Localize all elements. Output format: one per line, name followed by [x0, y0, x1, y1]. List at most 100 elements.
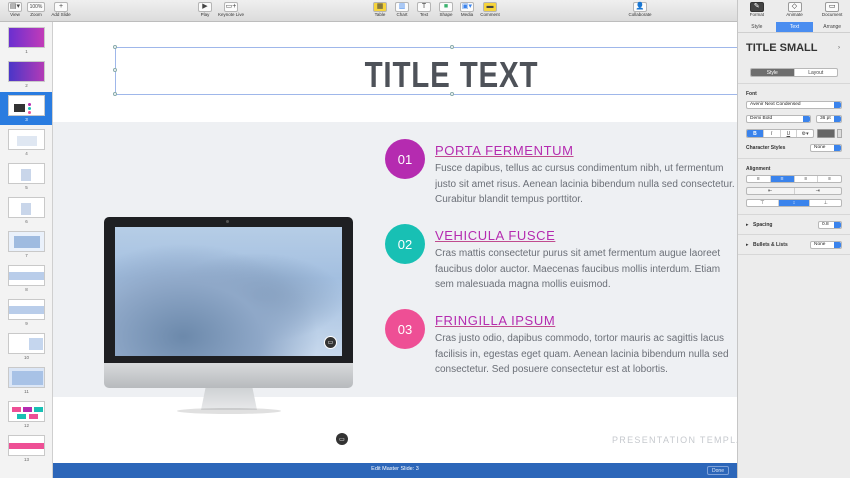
image-placeholder-icon[interactable]: ▭ — [324, 336, 337, 349]
animate-icon: ◇ — [787, 2, 802, 12]
thumbnail-image — [8, 367, 45, 388]
slide-canvas[interactable]: TITLE TEXT ▭ ▭ 01 PORTA FERMENTUM Fusce … — [53, 22, 737, 463]
resize-handle[interactable] — [113, 92, 117, 96]
resize-handle[interactable] — [113, 68, 117, 72]
char-style-buttons: B I U ⚙▾ — [746, 129, 814, 138]
table-icon: ▦ — [373, 2, 387, 12]
tab-text[interactable]: Text — [775, 22, 814, 32]
horizontal-alignment: ≡ ≡ ≡ ≡ — [746, 175, 842, 183]
feature-number-badge: 02 — [385, 224, 425, 264]
slide-thumbnail[interactable]: 5 — [0, 160, 52, 193]
paragraph-style-selector[interactable]: TITLE SMALL — [746, 42, 818, 54]
font-weight-select[interactable]: Demi Bold — [746, 115, 811, 123]
italic-button[interactable]: I — [764, 130, 781, 137]
tab-style[interactable]: Style — [738, 22, 776, 32]
tab-arrange[interactable]: Arrange — [813, 22, 850, 32]
document-button[interactable]: ▭ Document — [813, 0, 850, 22]
spacing-select[interactable]: 0.8 — [818, 221, 842, 229]
comment-button[interactable]: ▬ Comment — [476, 2, 504, 18]
chevron-right-icon[interactable]: › — [838, 45, 840, 51]
align-center-icon[interactable]: ≡ — [770, 176, 795, 182]
slide-thumbnail[interactable]: 11 — [0, 364, 52, 397]
align-justify-icon[interactable]: ≡ — [818, 176, 841, 182]
slide-thumbnail[interactable]: 2 — [0, 58, 52, 91]
slide-navigator: 1 2 3 4 5 6 7 8 9 10 11 12 13 — [0, 22, 53, 478]
thumbnail-image — [8, 129, 45, 150]
thumbnail-image — [8, 197, 45, 218]
feature-body[interactable]: Cras mattis consectetur purus sit amet f… — [435, 246, 737, 293]
body-line: Curabitur blandit tempus porttitor. — [435, 194, 583, 205]
align-left-icon[interactable]: ≡ — [747, 176, 771, 182]
inspector-toolbar: ✎ Format ◇ Animate ▭ Document — [738, 0, 850, 22]
collaborate-icon: 👤 — [633, 2, 647, 12]
zoom-button[interactable]: 100% Zoom — [22, 2, 50, 18]
play-button[interactable]: ▶ Play — [191, 2, 219, 18]
bullets-select[interactable]: None — [810, 241, 842, 249]
keynote-live-icon: ▭+ — [224, 2, 238, 12]
indent-controls: ⇤ ⇥ — [746, 187, 842, 195]
feature-title[interactable]: PORTA FERMENTUM — [435, 143, 574, 158]
spacing-label[interactable]: Spacing — [753, 222, 772, 228]
paintbrush-icon: ✎ — [749, 2, 764, 12]
slide-thumbnail[interactable]: 9 — [0, 296, 52, 329]
thumbnail-image — [8, 265, 45, 286]
character-styles-label: Character Styles — [746, 145, 786, 151]
camera-dot — [226, 220, 229, 223]
font-size-stepper[interactable]: 36 pt — [816, 115, 842, 123]
feature-number-badge: 03 — [385, 309, 425, 349]
feature-body[interactable]: Fusce dapibus, tellus ac cursus condimen… — [435, 161, 737, 208]
font-label: Font — [746, 91, 757, 97]
feature-title[interactable]: VEHICULA FUSCE — [435, 228, 555, 243]
monitor-chin — [104, 363, 353, 388]
align-top-icon[interactable]: ⊤ — [747, 200, 779, 206]
body-line: facilisis in, egestas eget quam. Aenean … — [435, 348, 729, 360]
style-segment[interactable]: Style — [751, 69, 795, 76]
text-options-button[interactable]: ⚙▾ — [797, 130, 813, 137]
monitor-shadow — [177, 408, 281, 414]
add-slide-button[interactable]: + Add Slide — [47, 2, 75, 18]
disclosure-triangle-icon[interactable]: ▸ — [746, 242, 749, 248]
collaborate-button[interactable]: 👤 Collaborate — [624, 2, 656, 18]
format-button[interactable]: ✎ Format — [738, 0, 776, 22]
slide-thumbnail[interactable]: 8 — [0, 262, 52, 295]
increase-indent-icon[interactable]: ⇥ — [795, 188, 842, 194]
bullets-lists-label[interactable]: Bullets & Lists — [753, 242, 788, 248]
slide-thumbnail[interactable]: 7 — [0, 228, 52, 261]
disclosure-triangle-icon[interactable]: ▸ — [746, 222, 749, 228]
thumbnail-image — [8, 95, 45, 116]
thumbnail-image — [8, 401, 45, 422]
slide-thumbnail[interactable]: 10 — [0, 330, 52, 363]
animate-button[interactable]: ◇ Animate — [776, 0, 814, 22]
style-layout-segment: Style Layout — [750, 68, 838, 77]
divider — [738, 83, 850, 84]
thumbnail-image — [8, 61, 45, 82]
slide-thumbnail[interactable]: 1 — [0, 24, 52, 57]
keynote-live-button[interactable]: ▭+ Keynote Live — [217, 2, 245, 18]
slide-thumbnail[interactable]: 6 — [0, 194, 52, 227]
footer-text[interactable]: PRESENTATION TEMPLATE — [612, 435, 737, 445]
layout-segment[interactable]: Layout — [795, 69, 838, 76]
align-bottom-icon[interactable]: ⊥ — [810, 200, 841, 206]
decrease-indent-icon[interactable]: ⇤ — [747, 188, 795, 194]
slide-thumbnail[interactable]: 12 — [0, 398, 52, 431]
underline-button[interactable]: U — [781, 130, 798, 137]
slide-title[interactable]: TITLE TEXT — [125, 54, 737, 96]
bold-button[interactable]: B — [747, 130, 764, 137]
resize-handle[interactable] — [113, 45, 117, 49]
slide-thumbnail[interactable]: 13 — [0, 432, 52, 465]
color-picker-button[interactable] — [837, 129, 842, 138]
slide-thumbnail-selected[interactable]: 3 — [0, 92, 52, 125]
font-family-select[interactable]: Avenir Next Condensed — [746, 101, 842, 109]
resize-handle[interactable] — [450, 45, 454, 49]
image-placeholder-icon[interactable]: ▭ — [336, 433, 348, 445]
play-icon: ▶ — [198, 2, 212, 12]
feature-body[interactable]: Cras justo odio, dapibus commodo, tortor… — [435, 331, 737, 378]
align-right-icon[interactable]: ≡ — [795, 176, 819, 182]
done-button[interactable]: Done — [707, 466, 729, 475]
view-icon: ▤▾ — [8, 2, 22, 12]
slide-thumbnail[interactable]: 4 — [0, 126, 52, 159]
text-color-well[interactable] — [817, 129, 835, 138]
character-styles-select[interactable]: None — [810, 144, 842, 152]
align-middle-icon[interactable]: ↕ — [778, 200, 811, 206]
feature-title[interactable]: FRINGILLA IPSUM — [435, 313, 555, 328]
